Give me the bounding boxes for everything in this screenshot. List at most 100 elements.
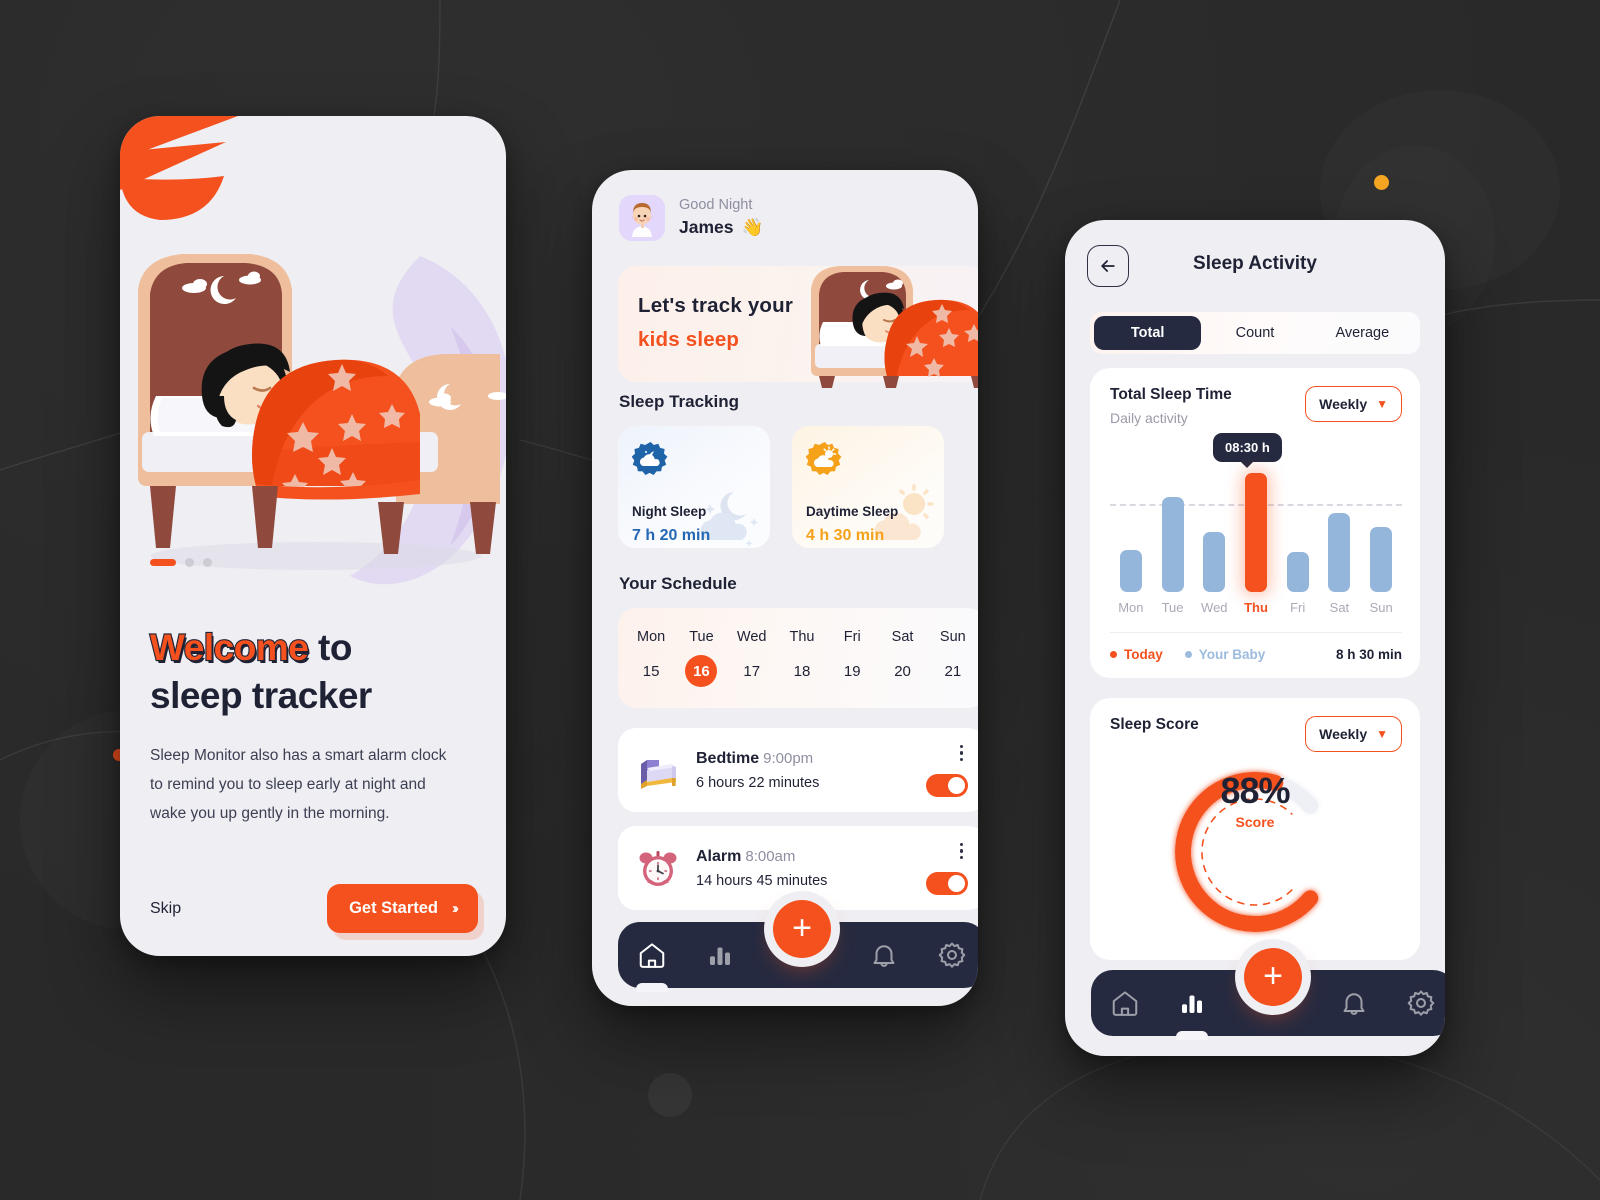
greeting-header: Good Night James 👋 <box>619 195 763 241</box>
pagination-dot-2[interactable] <box>185 558 194 567</box>
bedtime-controls <box>926 743 968 798</box>
week-date-value: 17 <box>743 662 761 680</box>
week-day-sun[interactable]: Sun 21 <box>932 629 974 687</box>
sleep-score-value: 88% <box>1220 770 1290 811</box>
chevron-right-icon: ›› <box>452 900 459 917</box>
skip-button[interactable]: Skip <box>150 900 181 918</box>
week-day-thu[interactable]: Thu 18 <box>781 629 823 687</box>
week-day-label: Sun <box>939 629 966 645</box>
greeting-name: James <box>679 216 734 237</box>
night-sleep-value: 7 h 20 min <box>632 527 711 544</box>
page-title-line2: sleep tracker <box>150 675 372 717</box>
chevron-down-icon: ▼ <box>1376 397 1388 411</box>
pagination-dot-3[interactable] <box>203 558 212 567</box>
legend-today-swatch <box>1110 651 1117 658</box>
sleep-score-label: Score <box>1235 814 1275 830</box>
chart-bar-sat[interactable] <box>1328 512 1351 592</box>
daytime-sleep-value: 4 h 30 min <box>806 527 885 544</box>
alarm-duration: 14 hours 45 minutes <box>696 872 828 889</box>
daytime-sleep-card[interactable]: Daytime Sleep 4 h 30 min <box>792 426 944 548</box>
chart-bar-sun[interactable] <box>1370 526 1393 592</box>
nav-bell-icon[interactable] <box>869 940 899 970</box>
nav-home-icon[interactable] <box>1110 988 1140 1018</box>
week-day-tue[interactable]: Tue 16 <box>680 629 722 687</box>
week-day-wed[interactable]: Wed 17 <box>731 629 773 687</box>
total-sleep-title: Total Sleep Time <box>1110 386 1232 403</box>
nav-bar-chart-icon[interactable] <box>705 940 735 970</box>
chart-xlabel-fri: Fri <box>1290 600 1306 615</box>
legend-baby-swatch <box>1184 651 1192 658</box>
schedule-item-bedtime[interactable]: Bedtime 9:00pm 6 hours 22 minutes <box>618 728 978 812</box>
more-options-icon[interactable] <box>955 743 969 764</box>
schedule-item-alarm[interactable]: Alarm 8:00am 14 hours 45 minutes <box>618 826 978 910</box>
bed-icon <box>636 748 680 792</box>
pagination-dots[interactable] <box>150 558 212 567</box>
week-date-value: 19 <box>843 662 861 680</box>
alarm-clock-icon <box>636 846 680 890</box>
week-date-value: 15 <box>642 662 660 680</box>
period-selector-label: Weekly <box>1319 396 1368 412</box>
chart-bar-fri[interactable] <box>1286 552 1309 592</box>
onboarding-description: Sleep Monitor also has a smart alarm clo… <box>150 747 447 822</box>
night-sleep-label: Night Sleep <box>632 504 707 519</box>
night-sleep-card[interactable]: Night Sleep 7 h 20 min <box>618 426 770 548</box>
week-date-value: 21 <box>944 662 962 680</box>
chart-bar-tue[interactable] <box>1161 496 1184 592</box>
alarm-time: 8:00am <box>745 847 796 865</box>
nav-bell-icon[interactable] <box>1339 988 1369 1018</box>
tab-count[interactable]: Count <box>1201 316 1308 350</box>
onboarding-screen: Welcome to sleep tracker Sleep Monitor a… <box>120 116 506 956</box>
sleep-activity-screen: Sleep Activity Total Count Average Total… <box>1065 220 1445 1056</box>
chart-xlabel-mon: Mon <box>1118 600 1144 615</box>
total-sleep-time-card: Total Sleep Time Daily activity Weekly ▼… <box>1090 368 1420 678</box>
period-selector-chart[interactable]: Weekly ▼ <box>1305 386 1402 422</box>
total-sleep-subtitle: Daily activity <box>1110 410 1188 426</box>
bottom-navigation: + <box>618 900 978 988</box>
avatar[interactable] <box>619 195 665 241</box>
chart-xlabel-wed: Wed <box>1201 600 1228 615</box>
nav-gear-icon[interactable] <box>1406 988 1436 1018</box>
sleep-score-title: Sleep Score <box>1110 716 1199 733</box>
tab-total[interactable]: Total <box>1094 316 1202 350</box>
sleep-bar-chart <box>1110 464 1402 592</box>
chart-bar-thu[interactable] <box>1245 473 1267 592</box>
legend-today-label: Today <box>1124 647 1163 662</box>
home-screen: Good Night James 👋 Let's track your kids… <box>592 170 978 1006</box>
week-day-sat[interactable]: Sat 20 <box>882 629 924 687</box>
week-day-mon[interactable]: Mon 15 <box>630 629 672 687</box>
chart-tooltip: 08:30 h <box>1213 433 1282 463</box>
pagination-dot-active[interactable] <box>150 559 176 566</box>
onboarding-footer: Skip Get Started ›› <box>150 884 478 933</box>
page-title-accent: Welcome <box>149 626 310 669</box>
chevron-down-icon: ▼ <box>1376 727 1388 741</box>
wave-hand-icon: 👋 <box>741 216 764 237</box>
nav-gear-icon[interactable] <box>937 940 967 970</box>
bedtime-time: 9:00pm <box>763 749 814 767</box>
greeting-name-row: James 👋 <box>679 216 763 240</box>
page-title: Sleep Activity <box>1193 253 1317 274</box>
period-selector-score[interactable]: Weekly ▼ <box>1305 716 1402 752</box>
daytime-sleep-label: Daytime Sleep <box>806 504 899 519</box>
track-kids-banner[interactable]: Let's track your kids sleep <box>618 266 978 388</box>
chart-bar-mon[interactable] <box>1119 550 1142 592</box>
get-started-button[interactable]: Get Started ›› <box>327 884 478 933</box>
more-options-icon[interactable] <box>955 841 969 862</box>
chart-bar-wed[interactable] <box>1203 531 1226 592</box>
bedtime-duration: 6 hours 22 minutes <box>696 774 820 791</box>
bedtime-toggle[interactable] <box>926 774 968 798</box>
alarm-toggle[interactable] <box>926 872 968 896</box>
week-day-fri[interactable]: Fri 19 <box>831 629 873 687</box>
accent-dot-orange <box>1374 175 1389 190</box>
week-day-picker[interactable]: Mon 15 Tue 16 Wed 17 Thu 18 Fri 19 Sat 2… <box>618 608 978 708</box>
chart-xlabel-sat: Sat <box>1329 600 1350 615</box>
nav-home-icon[interactable] <box>637 940 667 970</box>
week-date-value: 18 <box>793 662 811 680</box>
nav-bar-chart-icon[interactable] <box>1177 988 1207 1018</box>
greeting-small: Good Night <box>679 197 753 214</box>
total-sleep-card-header: Total Sleep Time Daily activity <box>1110 386 1232 426</box>
tab-average[interactable]: Average <box>1309 316 1416 350</box>
add-button[interactable]: + <box>1244 948 1302 1006</box>
legend-today: Today <box>1110 647 1163 662</box>
week-day-label: Sat <box>891 629 914 645</box>
add-button[interactable]: + <box>773 900 831 958</box>
